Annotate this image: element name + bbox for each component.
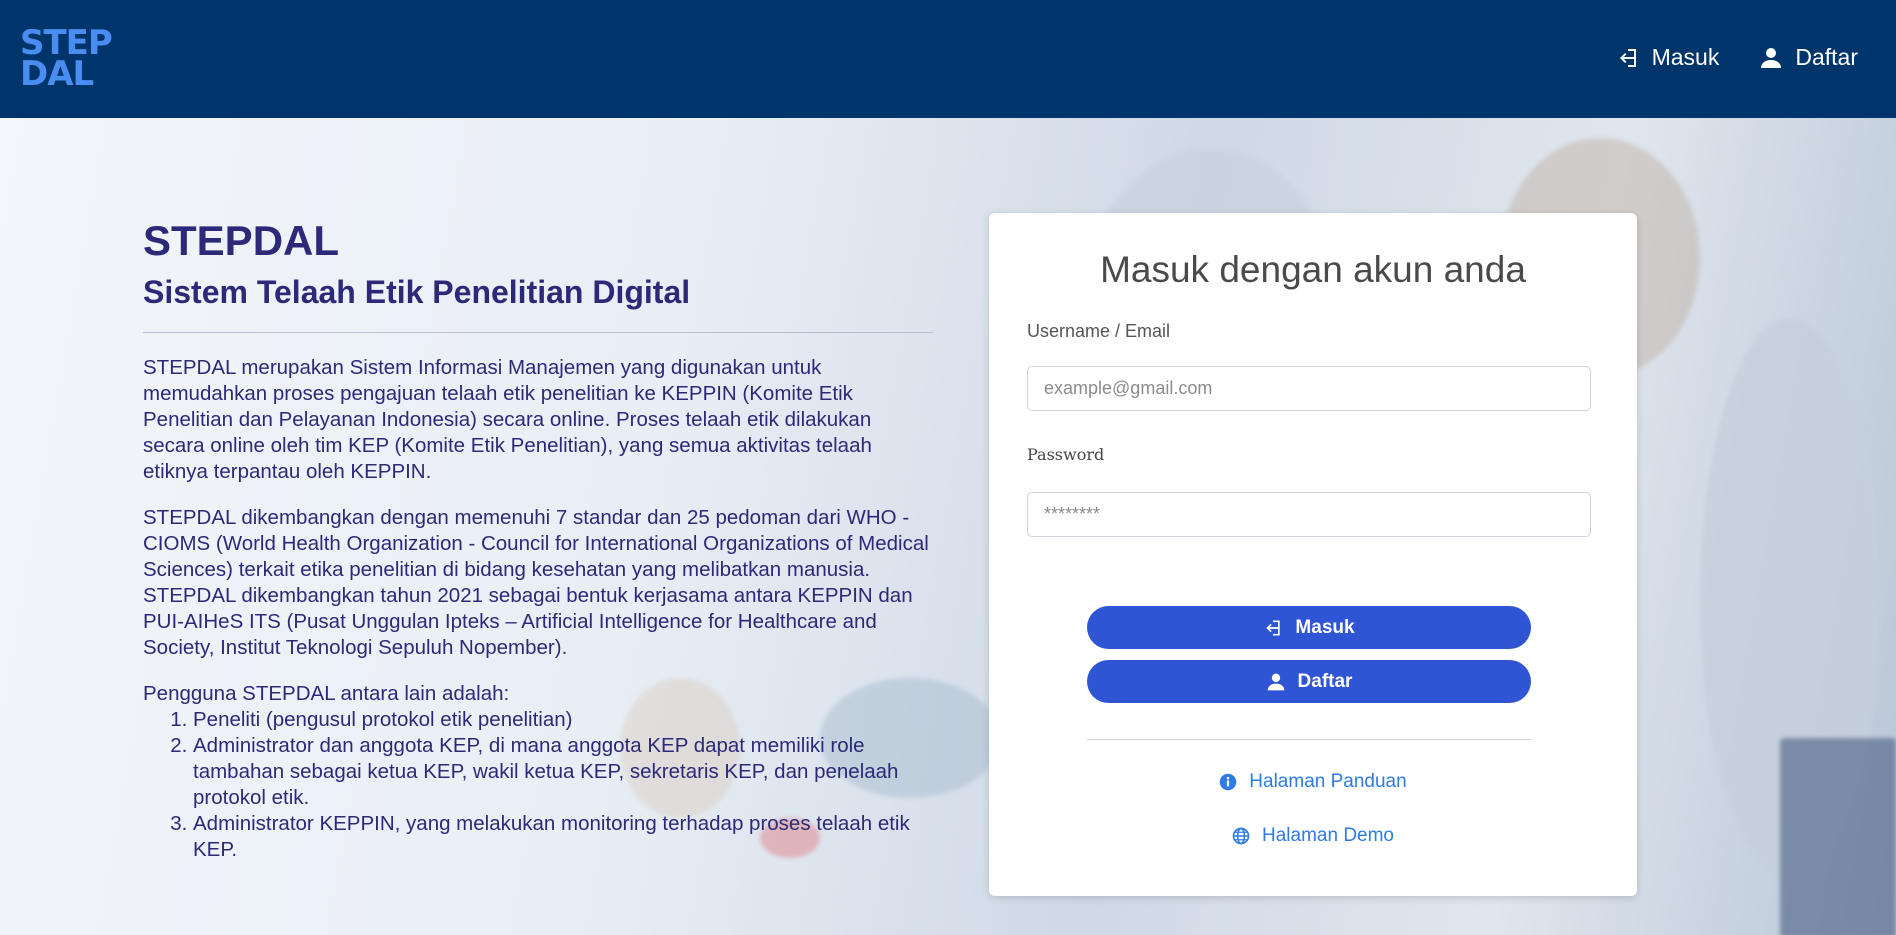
stepdal-logo[interactable]: STEP DAL: [20, 26, 113, 94]
intro-paragraph-1: STEPDAL merupakan Sistem Informasi Manaj…: [143, 356, 872, 483]
list-item: Administrator KEPPIN, yang melakukan mon…: [193, 811, 933, 863]
list-item: Administrator dan anggota KEP, di mana a…: [193, 733, 933, 811]
list-item: Peneliti (pengusul protokol etik penelit…: [193, 707, 933, 733]
info-icon: [1220, 773, 1237, 791]
users-list-heading: Pengguna STEPDAL antara lain adalah:: [143, 682, 510, 705]
user-icon: [1761, 47, 1782, 68]
password-input[interactable]: [1027, 492, 1591, 537]
users-list: Peneliti (pengusul protokol etik penelit…: [143, 707, 933, 863]
user-icon: [1267, 673, 1284, 690]
login-card: Masuk dengan akun anda Username / Email …: [989, 213, 1637, 896]
logo-line-2: DAL: [20, 54, 94, 94]
username-label: Username / Email: [1027, 321, 1171, 341]
globe-icon: [1232, 827, 1250, 845]
page-subtitle: Sistem Telaah Etik Penelitian Digital: [143, 274, 691, 310]
username-input[interactable]: [1027, 366, 1591, 411]
intro-section: STEPDAL Sistem Telaah Etik Penelitian Di…: [143, 216, 933, 863]
top-navbar: STEP DAL Masuk Daftar: [0, 0, 1896, 118]
guide-link[interactable]: Halaman Panduan: [989, 771, 1637, 793]
demo-link-label: Halaman Demo: [1262, 825, 1394, 846]
card-divider: [1087, 739, 1531, 740]
intro-divider: [143, 332, 933, 333]
intro-paragraph-2: STEPDAL dikembangkan dengan memenuhi 7 s…: [143, 506, 929, 659]
nav-login-label: Masuk: [1651, 44, 1720, 70]
login-button-label: Masuk: [1295, 616, 1355, 638]
page-title: STEPDAL: [143, 217, 340, 264]
nav-login-link[interactable]: Masuk: [1616, 44, 1720, 71]
nav-register-label: Daftar: [1795, 44, 1858, 70]
login-title: Masuk dengan akun anda: [1100, 249, 1526, 290]
login-button[interactable]: Masuk: [1087, 606, 1531, 649]
nav-menu: Masuk Daftar: [1616, 44, 1858, 71]
demo-link[interactable]: Halaman Demo: [989, 825, 1637, 847]
guide-link-label: Halaman Panduan: [1249, 771, 1407, 792]
register-button[interactable]: Daftar: [1087, 660, 1531, 703]
nav-register-link[interactable]: Daftar: [1759, 44, 1858, 71]
sign-in-icon: [1266, 620, 1281, 635]
password-label: Password: [1027, 445, 1105, 464]
register-button-label: Daftar: [1297, 670, 1353, 692]
sign-in-icon: [1619, 48, 1636, 67]
